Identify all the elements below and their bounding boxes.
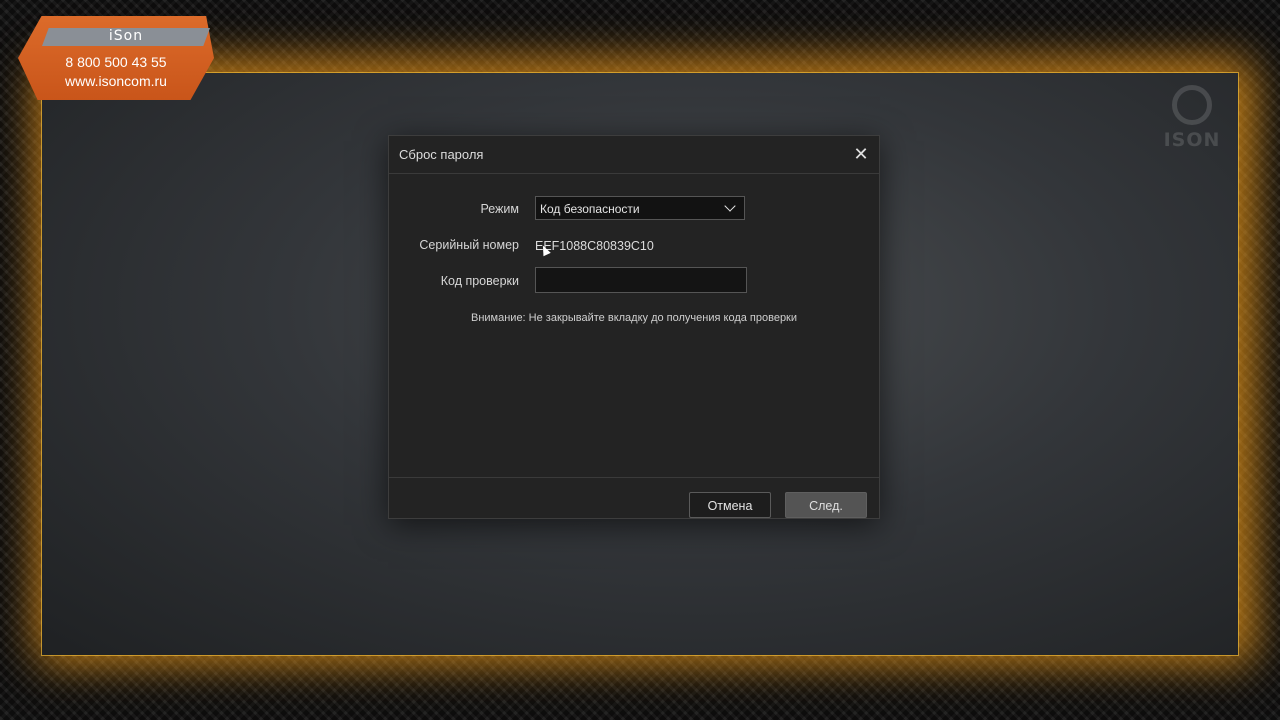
mode-select[interactable]: Код безопасности [535, 196, 745, 220]
serial-label: Серийный номер [419, 238, 519, 252]
verification-code-input[interactable] [535, 267, 747, 293]
dialog-footer: Отмена След. [389, 477, 879, 519]
code-label: Код проверки [440, 274, 519, 288]
ison-ring-icon [1172, 85, 1212, 125]
ison-watermark: ISON [1152, 85, 1232, 151]
ison-contact-badge: iSon 8 800 500 43 55 www.isoncom.ru [18, 16, 218, 102]
dialog-title: Сброс пароля [399, 147, 484, 162]
serial-value: EEF1088C80839C10 [535, 239, 654, 253]
badge-site: www.isoncom.ru [65, 73, 167, 89]
close-icon[interactable]: ✕ [851, 144, 871, 164]
watermark-text: ISON [1163, 129, 1221, 151]
warning-notice: Внимание: Не закрывайте вкладку до получ… [470, 312, 798, 324]
badge-phone: 8 800 500 43 55 [65, 54, 167, 70]
cancel-button[interactable]: Отмена [689, 492, 771, 518]
mode-select-value: Код безопасности [540, 202, 640, 216]
next-button[interactable]: След. [785, 492, 867, 518]
badge-brand: iSon [42, 28, 210, 46]
mode-label: Режим [480, 202, 519, 216]
dialog-header: Сброс пароля ✕ [389, 136, 879, 174]
chevron-down-icon [724, 200, 736, 212]
reset-password-dialog: Сброс пароля ✕ Режим Код безопасности Се… [388, 135, 880, 519]
video-screen: ISON Сброс пароля ✕ Режим Код безопаснос… [42, 73, 1238, 655]
